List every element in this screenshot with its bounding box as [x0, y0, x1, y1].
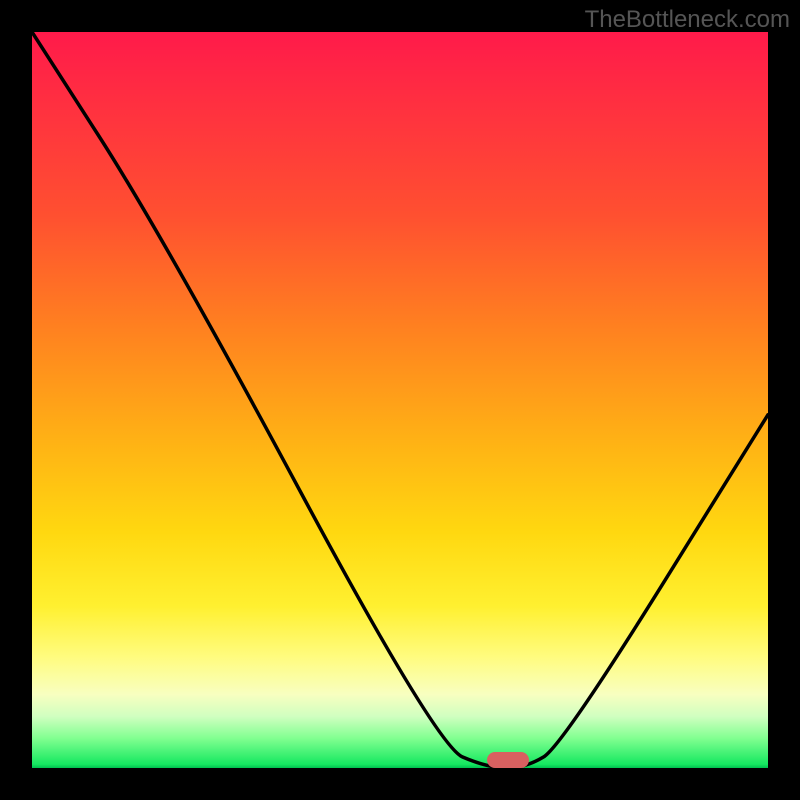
chart-plot-area [32, 32, 768, 768]
bottleneck-curve [32, 32, 768, 768]
watermark-text: TheBottleneck.com [585, 6, 790, 34]
optimal-marker [487, 752, 529, 768]
